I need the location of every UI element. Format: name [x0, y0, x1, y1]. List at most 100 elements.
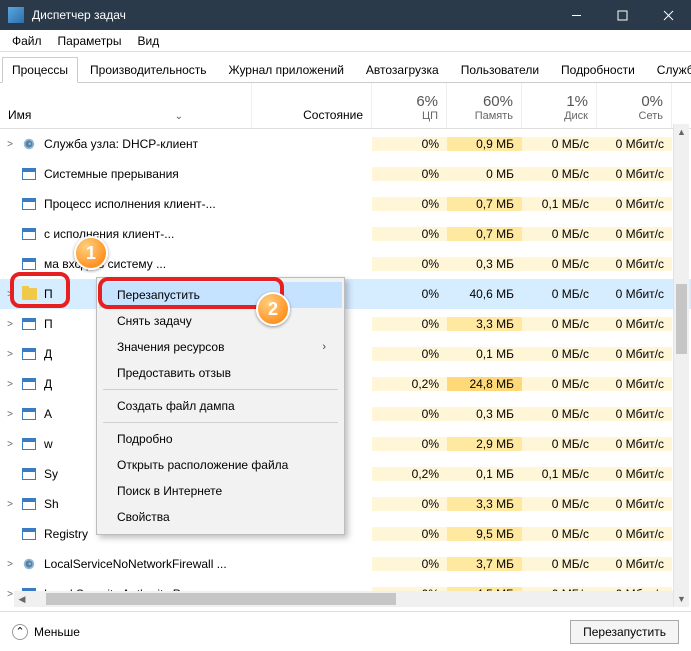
- cpu-cell: 0%: [372, 527, 447, 541]
- process-icon: [20, 406, 38, 422]
- disk-cell: 0 МБ/с: [522, 377, 597, 391]
- col-network[interactable]: 0%Сеть: [597, 83, 672, 128]
- mem-cell: 0 МБ: [447, 167, 522, 181]
- col-name-label: Имя: [8, 108, 31, 122]
- col-disk[interactable]: 1%Диск: [522, 83, 597, 128]
- chevron-down-icon: ⌄: [175, 111, 183, 122]
- hscroll-thumb[interactable]: [46, 593, 396, 605]
- scroll-left-icon[interactable]: ◀: [14, 594, 30, 605]
- disk-cell: 0 МБ/с: [522, 347, 597, 361]
- net-cell: 0 Мбит/с: [597, 347, 672, 361]
- tab-services[interactable]: Службы: [647, 57, 691, 83]
- cpu-cell: 0%: [372, 197, 447, 211]
- step-badge-2: 2: [256, 292, 290, 326]
- table-row[interactable]: > LocalServiceNoNetworkFirewall ... 0%3,7 …: [0, 549, 691, 579]
- expand-icon[interactable]: >: [0, 289, 20, 300]
- expand-icon[interactable]: >: [0, 409, 20, 420]
- expand-icon[interactable]: >: [0, 379, 20, 390]
- cpu-cell: 0,2%: [372, 377, 447, 391]
- process-name: Д: [44, 347, 52, 361]
- process-icon: [20, 256, 38, 272]
- col-state[interactable]: Состояние: [252, 83, 372, 128]
- table-row[interactable]: Системные прерывания0%0 МБ0 МБ/с0 Мбит/с: [0, 159, 691, 189]
- process-icon: [20, 556, 38, 572]
- scroll-down-icon[interactable]: ▼: [674, 591, 689, 607]
- col-name[interactable]: Имя ⌄: [0, 83, 252, 128]
- footer: ⌃ Меньше Перезапустить: [0, 611, 691, 651]
- expand-icon[interactable]: >: [0, 139, 20, 150]
- col-cpu[interactable]: 6%ЦП: [372, 83, 447, 128]
- mem-cell: 0,7 МБ: [447, 227, 522, 241]
- expand-icon[interactable]: >: [0, 559, 20, 570]
- tabstrip: Процессы Производительность Журнал прило…: [0, 52, 691, 83]
- mem-cell: 3,3 МБ: [447, 497, 522, 511]
- net-cell: 0 Мбит/с: [597, 437, 672, 451]
- menu-options[interactable]: Параметры: [50, 31, 130, 51]
- mem-cell: 3,7 МБ: [447, 557, 522, 571]
- ctx-properties[interactable]: Свойства: [99, 504, 342, 530]
- separator: [103, 389, 338, 390]
- process-icon: [20, 376, 38, 392]
- ctx-feedback[interactable]: Предоставить отзыв: [99, 360, 342, 386]
- cpu-cell: 0%: [372, 347, 447, 361]
- ctx-end-task[interactable]: Снять задачу: [99, 308, 342, 334]
- cpu-cell: 0%: [372, 257, 447, 271]
- cpu-cell: 0%: [372, 287, 447, 301]
- ctx-resource-values[interactable]: Значения ресурсов›: [99, 334, 342, 360]
- mem-cell: 0,1 МБ: [447, 467, 522, 481]
- tab-performance[interactable]: Производительность: [80, 57, 216, 83]
- tab-users[interactable]: Пользователи: [451, 57, 549, 83]
- fewer-details[interactable]: ⌃ Меньше: [12, 624, 80, 640]
- vertical-scrollbar[interactable]: ▲ ▼: [673, 124, 689, 607]
- mem-cell: 2,9 МБ: [447, 437, 522, 451]
- close-button[interactable]: [645, 0, 691, 30]
- expand-icon[interactable]: >: [0, 439, 20, 450]
- table-row[interactable]: Процесс исполнения клиент-...0%0,7 МБ0,1…: [0, 189, 691, 219]
- ctx-restart[interactable]: Перезапустить: [99, 282, 342, 308]
- tab-app-history[interactable]: Журнал приложений: [219, 57, 354, 83]
- process-name: Registry: [44, 527, 88, 541]
- ctx-dump[interactable]: Создать файл дампа: [99, 393, 342, 419]
- tab-processes[interactable]: Процессы: [2, 57, 78, 83]
- menu-view[interactable]: Вид: [129, 31, 167, 51]
- ctx-open-location[interactable]: Открыть расположение файла: [99, 452, 342, 478]
- process-name: Процесс исполнения клиент-...: [44, 197, 216, 211]
- net-cell: 0 Мбит/с: [597, 377, 672, 391]
- disk-cell: 0 МБ/с: [522, 317, 597, 331]
- process-name: LocalServiceNoNetworkFirewall ...: [44, 557, 227, 571]
- step-badge-1: 1: [74, 236, 108, 270]
- mem-cell: 0,1 МБ: [447, 347, 522, 361]
- disk-cell: 0 МБ/с: [522, 137, 597, 151]
- cpu-cell: 0%: [372, 137, 447, 151]
- minimize-button[interactable]: [553, 0, 599, 30]
- disk-cell: 0,1 МБ/с: [522, 197, 597, 211]
- maximize-button[interactable]: [599, 0, 645, 30]
- disk-cell: 0 МБ/с: [522, 257, 597, 271]
- ctx-search-online[interactable]: Поиск в Интернете: [99, 478, 342, 504]
- tab-startup[interactable]: Автозагрузка: [356, 57, 449, 83]
- table-row[interactable]: >Служба узла: DHCP-клиент0%0,9 МБ0 МБ/с0…: [0, 129, 691, 159]
- process-name: Sh: [44, 497, 59, 511]
- horizontal-scrollbar[interactable]: ◀: [14, 591, 673, 607]
- process-name: П: [44, 287, 53, 301]
- tab-details[interactable]: Подробности: [551, 57, 645, 83]
- mem-cell: 0,3 МБ: [447, 407, 522, 421]
- cpu-cell: 0%: [372, 407, 447, 421]
- menu-file[interactable]: Файл: [4, 31, 50, 51]
- cpu-cell: 0%: [372, 557, 447, 571]
- fewer-details-label: Меньше: [34, 625, 80, 639]
- net-cell: 0 Мбит/с: [597, 137, 672, 151]
- col-memory[interactable]: 60%Память: [447, 83, 522, 128]
- titlebar[interactable]: Диспетчер задач: [0, 0, 691, 30]
- process-icon: [20, 496, 38, 512]
- disk-cell: 0 МБ/с: [522, 527, 597, 541]
- scroll-up-icon[interactable]: ▲: [674, 124, 689, 140]
- expand-icon[interactable]: >: [0, 319, 20, 330]
- scroll-thumb[interactable]: [676, 284, 687, 354]
- restart-button[interactable]: Перезапустить: [570, 620, 679, 644]
- context-menu: Перезапустить Снять задачу Значения ресу…: [96, 277, 345, 535]
- ctx-details[interactable]: Подробно: [99, 426, 342, 452]
- cpu-cell: 0,2%: [372, 467, 447, 481]
- expand-icon[interactable]: >: [0, 349, 20, 360]
- expand-icon[interactable]: >: [0, 499, 20, 510]
